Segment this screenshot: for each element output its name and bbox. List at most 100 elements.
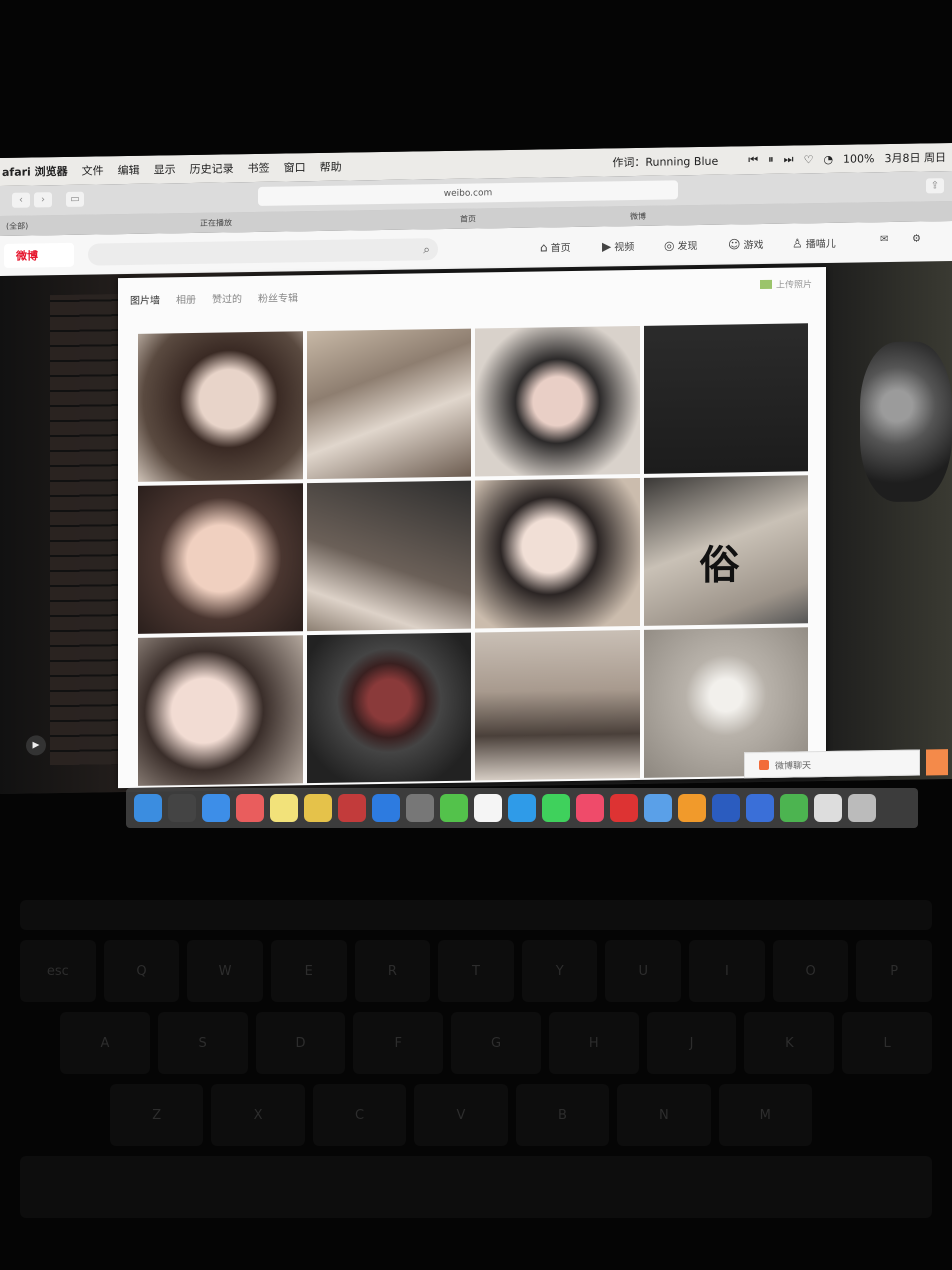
play-icon[interactable]: ▶ — [26, 735, 46, 756]
now-playing-text: 作词：Running Blue — [612, 154, 719, 170]
share-icon[interactable]: ⇪ — [926, 178, 944, 194]
dock-app-icon[interactable] — [134, 794, 162, 822]
photo-thumbnail[interactable] — [306, 480, 471, 632]
heart-icon[interactable]: ♡ — [804, 153, 814, 166]
menu-history[interactable]: 历史记录 — [190, 160, 234, 177]
prev-track-icon[interactable]: ⏮ — [748, 153, 758, 167]
tab-fan-albums[interactable]: 粉丝专辑 — [258, 289, 298, 305]
dock-app-icon[interactable] — [746, 794, 774, 822]
photo-thumbnail[interactable] — [138, 635, 303, 786]
nav-home[interactable]: ⌂ 首页 — [540, 239, 571, 254]
mail-icon[interactable]: ✉ — [880, 234, 888, 245]
dock-app-icon[interactable] — [236, 794, 264, 822]
pause-icon[interactable]: ⏸ — [768, 153, 774, 167]
weibo-chat-button[interactable]: 微博聊天 — [744, 749, 920, 779]
dock-app-icon[interactable] — [508, 794, 536, 822]
dock-app-icon[interactable] — [678, 794, 706, 822]
dock-app-icon[interactable] — [576, 794, 604, 822]
photo-thumbnail[interactable] — [475, 629, 640, 781]
settings-icon[interactable]: ⚙ — [912, 234, 921, 245]
tab-1[interactable]: (全部) — [6, 221, 28, 232]
dock-app-icon[interactable] — [304, 794, 332, 822]
dock-app-icon[interactable] — [848, 794, 876, 822]
key-o: O — [772, 940, 849, 1002]
photo-album-panel: 图片墙 相册 赞过的 粉丝专辑 上传照片 俗 — [118, 267, 826, 789]
tab-liked[interactable]: 赞过的 — [212, 290, 242, 305]
key-l: L — [842, 1012, 933, 1074]
next-track-icon[interactable]: ⏭ — [784, 153, 794, 167]
menu-edit[interactable]: 编辑 — [118, 162, 140, 178]
photo-thumbnail[interactable] — [643, 323, 808, 474]
search-icon[interactable]: ⌕ — [423, 242, 430, 257]
nav-video[interactable]: ▶ 视频 — [602, 238, 634, 254]
wifi-icon[interactable]: ◔ — [823, 152, 833, 165]
photo-thumbnail[interactable]: 俗 — [643, 475, 808, 626]
dock-app-icon[interactable] — [372, 794, 400, 822]
dock-app-icon[interactable] — [542, 794, 570, 822]
key-j: J — [646, 1012, 737, 1074]
dock-app-icon[interactable] — [440, 794, 468, 822]
menu-window[interactable]: 窗口 — [284, 159, 306, 175]
photo-thumbnail[interactable] — [138, 331, 303, 482]
dock-app-icon[interactable] — [780, 794, 808, 822]
weibo-logo[interactable]: 微博 — [4, 242, 74, 268]
laptop-screen: afari 浏览器 文件 编辑 显示 历史记录 书签 窗口 帮助 作词：Runn… — [0, 143, 952, 794]
dock-app-icon[interactable] — [814, 794, 842, 822]
dock-app-icon[interactable] — [270, 794, 298, 822]
nav-game[interactable]: ☺ 游戏 — [728, 236, 764, 252]
dock-app-icon[interactable] — [474, 794, 502, 822]
laptop-keyboard: esc Q W E R T Y U I O P ASDFGHJKL ZXCVBNM — [20, 900, 933, 1260]
upload-photo-button[interactable]: 上传照片 — [759, 277, 812, 291]
tab-2[interactable]: 正在播放 — [200, 217, 232, 229]
key-n: N — [617, 1084, 711, 1146]
menu-help[interactable]: 帮助 — [320, 159, 342, 175]
app-menu[interactable]: afari 浏览器 — [2, 163, 68, 180]
game-icon: ☺ — [728, 236, 741, 252]
sidebar-icon[interactable]: ▭ — [66, 191, 84, 207]
dock-app-icon[interactable] — [202, 794, 230, 822]
photo-thumbnail[interactable] — [306, 328, 471, 480]
photo-thumbnail[interactable] — [475, 325, 640, 477]
dock-app-icon[interactable] — [406, 794, 434, 822]
photo-thumbnail[interactable] — [138, 483, 303, 634]
key-g: G — [451, 1012, 541, 1074]
menu-bookmarks[interactable]: 书签 — [248, 160, 270, 176]
menubar-date[interactable]: 3月8日 周日 — [885, 149, 947, 166]
battery-level[interactable]: 100% — [843, 152, 874, 165]
key-q: Q — [103, 940, 180, 1002]
nav-user[interactable]: ♙ 播喵儿 — [792, 235, 836, 251]
key-c: C — [312, 1084, 407, 1146]
address-bar[interactable]: weibo.com — [258, 180, 678, 206]
dock-app-icon[interactable] — [168, 794, 196, 822]
key-a: A — [60, 1012, 150, 1074]
spacebar-key — [20, 1156, 932, 1218]
key-y: Y — [521, 940, 598, 1002]
photo-thumbnail[interactable] — [475, 477, 640, 629]
key-esc: esc — [20, 940, 96, 1002]
key-p: P — [856, 940, 933, 1002]
menu-file[interactable]: 文件 — [82, 162, 104, 178]
chat-expand-button[interactable] — [926, 749, 948, 776]
key-s: S — [157, 1012, 248, 1074]
tab-albums[interactable]: 相册 — [176, 291, 196, 306]
key-f: F — [353, 1012, 444, 1074]
calligraphy-text: 俗 — [699, 541, 740, 590]
dock-app-icon[interactable] — [338, 794, 366, 822]
forward-icon[interactable]: › — [34, 192, 52, 208]
tab-photo-wall[interactable]: 图片墙 — [130, 291, 160, 306]
dock-app-icon[interactable] — [644, 794, 672, 822]
tab-3[interactable]: 首页 — [460, 214, 476, 225]
dock-app-icon[interactable] — [610, 794, 638, 822]
menu-view[interactable]: 显示 — [154, 161, 176, 177]
photo-thumbnail[interactable] — [306, 632, 471, 784]
search-input[interactable]: ⌕ — [88, 238, 438, 266]
key-x: X — [211, 1084, 305, 1146]
url-text: weibo.com — [443, 187, 493, 199]
dock-app-icon[interactable] — [712, 794, 740, 822]
nav-discover[interactable]: ◎ 发现 — [664, 237, 697, 253]
home-icon: ⌂ — [540, 239, 548, 255]
back-icon[interactable]: ‹ — [12, 192, 30, 208]
key-e: E — [270, 940, 347, 1002]
key-d: D — [255, 1012, 346, 1074]
tab-4[interactable]: 微博 — [630, 211, 646, 222]
